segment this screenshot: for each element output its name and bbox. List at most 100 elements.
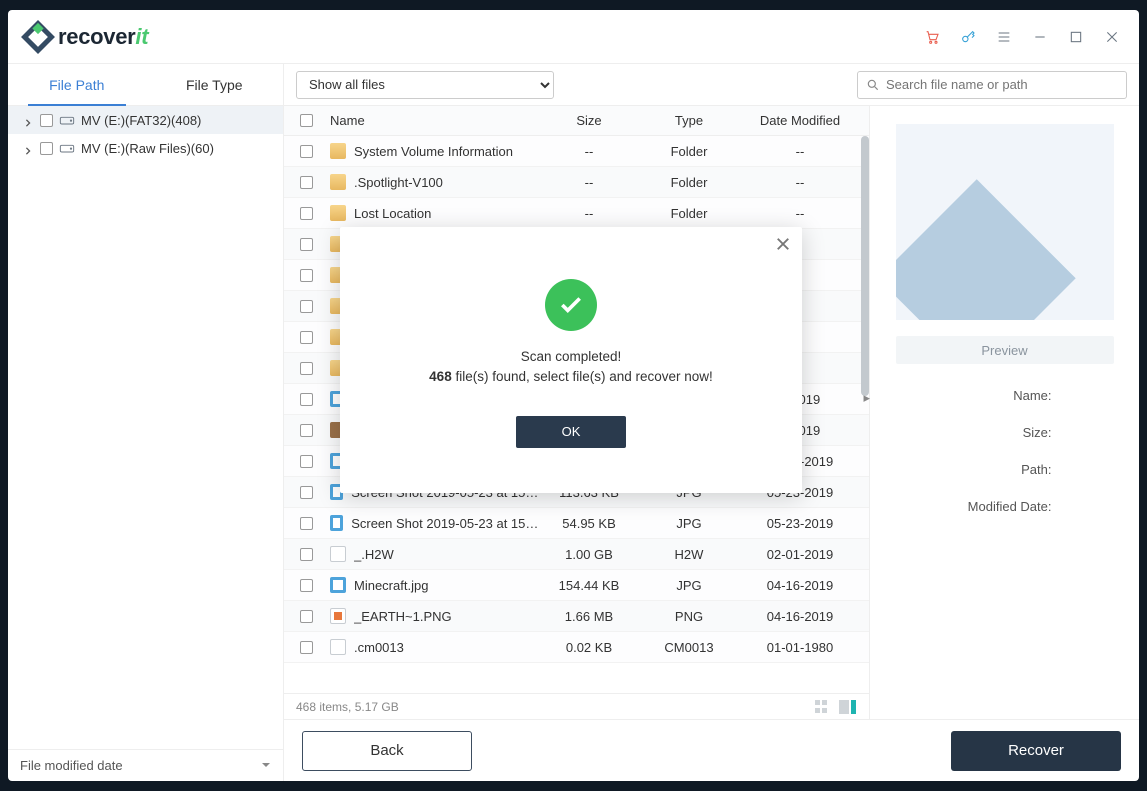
search-icon: [866, 78, 880, 92]
file-size: 1.66 MB: [539, 609, 639, 624]
table-row[interactable]: _.H2W1.00 GBH2W02-01-2019: [284, 539, 869, 570]
minimize-icon[interactable]: [1031, 28, 1049, 46]
table-row[interactable]: _EARTH~1.PNG1.66 MBPNG04-16-2019: [284, 601, 869, 632]
file-icon: [330, 143, 346, 159]
checkbox[interactable]: [40, 114, 53, 127]
row-checkbox[interactable]: [300, 517, 313, 530]
meta-modified: Modified Date:: [968, 499, 1052, 514]
table-row[interactable]: Lost Location--Folder--: [284, 198, 869, 229]
chevron-right-icon[interactable]: [24, 115, 34, 125]
cart-icon[interactable]: [923, 28, 941, 46]
dialog-close-icon[interactable]: [776, 237, 790, 254]
collapse-preview-icon[interactable]: ▸: [863, 390, 870, 406]
file-size: --: [539, 206, 639, 221]
file-name: System Volume Information: [354, 144, 513, 159]
tree-item-label: MV (E:)(FAT32)(408): [81, 113, 201, 128]
filter-select[interactable]: Show all files: [296, 71, 554, 99]
back-button[interactable]: Back: [302, 731, 472, 771]
search-input[interactable]: [886, 77, 1118, 92]
chevron-right-icon[interactable]: [24, 143, 34, 153]
file-type: PNG: [639, 609, 739, 624]
file-name: .cm0013: [354, 640, 404, 655]
row-checkbox[interactable]: [300, 548, 313, 561]
table-row[interactable]: System Volume Information --Folder--: [284, 136, 869, 167]
file-type: Folder: [639, 206, 739, 221]
key-icon[interactable]: [959, 28, 977, 46]
col-type[interactable]: Type: [639, 113, 739, 128]
row-checkbox[interactable]: [300, 300, 313, 313]
dialog-ok-button[interactable]: OK: [516, 416, 626, 448]
maximize-icon[interactable]: [1067, 28, 1085, 46]
file-icon: [330, 546, 346, 562]
file-name: Minecraft.jpg: [354, 578, 428, 593]
file-type: CM0013: [639, 640, 739, 655]
checkbox[interactable]: [40, 142, 53, 155]
tab-file-type[interactable]: File Type: [146, 64, 284, 105]
preview-button[interactable]: Preview: [896, 336, 1114, 364]
tree-item[interactable]: MV (E:)(FAT32)(408): [8, 106, 283, 134]
file-tree[interactable]: MV (E:)(FAT32)(408) MV (E:)(Raw Files)(6…: [8, 106, 283, 749]
file-icon: [330, 608, 346, 624]
row-checkbox[interactable]: [300, 579, 313, 592]
tab-file-path[interactable]: File Path: [8, 64, 146, 105]
row-checkbox[interactable]: [300, 424, 313, 437]
table-header: Name Size Type Date Modified: [284, 106, 869, 136]
row-checkbox[interactable]: [300, 393, 313, 406]
recover-button[interactable]: Recover: [951, 731, 1121, 771]
row-checkbox[interactable]: [300, 331, 313, 344]
row-checkbox[interactable]: [300, 362, 313, 375]
file-icon: [330, 174, 346, 190]
file-date: --: [739, 144, 869, 159]
col-date[interactable]: Date Modified: [739, 113, 869, 128]
view-list-icon[interactable]: [839, 700, 857, 714]
meta-name: Name:: [1013, 388, 1051, 403]
file-date: 05-23-2019: [739, 516, 869, 531]
close-icon[interactable]: [1103, 28, 1121, 46]
col-size[interactable]: Size: [539, 113, 639, 128]
table-row[interactable]: .Spotlight-V100--Folder--: [284, 167, 869, 198]
tree-item[interactable]: MV (E:)(Raw Files)(60): [8, 134, 283, 162]
row-checkbox[interactable]: [300, 238, 313, 251]
file-icon: [330, 515, 343, 531]
file-type: JPG: [639, 578, 739, 593]
chevron-down-icon[interactable]: [261, 758, 271, 773]
file-type: JPG: [639, 516, 739, 531]
dialog-line1: Scan completed!: [429, 347, 713, 367]
scan-complete-dialog: Scan completed! 468 file(s) found, selec…: [340, 227, 802, 493]
file-icon: [330, 639, 346, 655]
table-row[interactable]: Minecraft.jpg154.44 KBJPG04-16-2019: [284, 570, 869, 601]
search-input-wrap[interactable]: [857, 71, 1127, 99]
preview-thumbnail: [896, 124, 1114, 320]
table-row[interactable]: Screen Shot 2019-05-23 at 15.25.24.j...5…: [284, 508, 869, 539]
view-grid-icon[interactable]: [815, 700, 833, 714]
select-all-checkbox[interactable]: [300, 114, 313, 127]
row-checkbox[interactable]: [300, 455, 313, 468]
drive-icon: [59, 140, 75, 156]
row-checkbox[interactable]: [300, 641, 313, 654]
file-name: Lost Location: [354, 206, 431, 221]
table-row[interactable]: .cm00130.02 KBCM001301-01-1980: [284, 632, 869, 663]
menu-icon[interactable]: [995, 28, 1013, 46]
file-type: H2W: [639, 547, 739, 562]
tree-item-label: MV (E:)(Raw Files)(60): [81, 141, 214, 156]
file-size: 154.44 KB: [539, 578, 639, 593]
scrollbar-thumb[interactable]: [861, 136, 869, 396]
col-name[interactable]: Name: [328, 113, 539, 128]
file-size: --: [539, 144, 639, 159]
file-size: --: [539, 175, 639, 190]
file-date: --: [739, 175, 869, 190]
file-size: 0.02 KB: [539, 640, 639, 655]
app-logo: recoverit: [26, 24, 148, 50]
row-checkbox[interactable]: [300, 207, 313, 220]
row-checkbox[interactable]: [300, 176, 313, 189]
row-checkbox[interactable]: [300, 269, 313, 282]
filter-modified-date[interactable]: File modified date: [20, 758, 123, 773]
file-size: 54.95 KB: [539, 516, 639, 531]
meta-size: Size:: [1023, 425, 1052, 440]
file-size: 1.00 GB: [539, 547, 639, 562]
file-type: Folder: [639, 144, 739, 159]
row-checkbox[interactable]: [300, 486, 313, 499]
row-checkbox[interactable]: [300, 145, 313, 158]
row-checkbox[interactable]: [300, 610, 313, 623]
meta-path: Path:: [1021, 462, 1051, 477]
